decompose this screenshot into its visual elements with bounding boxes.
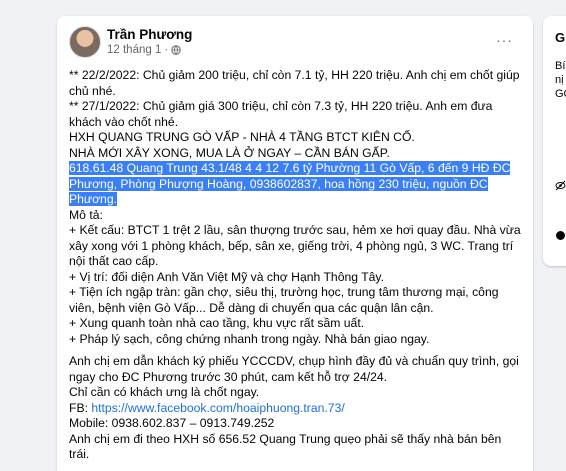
- selected-text: 618.61.48 Quang Trung 43.1/48 4 4 12 7.6…: [69, 161, 511, 206]
- fb-label: FB:: [69, 400, 92, 415]
- info-icon: [556, 231, 565, 240]
- post-line: + Kết cấu: BTCT 1 trệt 2 lầu, sân thượng…: [69, 223, 521, 268]
- facebook-link[interactable]: https://www.facebook.com/hoaiphuong.tran…: [91, 401, 344, 415]
- right-card-text: GÓ: [555, 88, 566, 100]
- globe-icon[interactable]: [171, 45, 181, 55]
- right-side-card: Gi Bí nị GÓ: [543, 16, 566, 266]
- more-options-icon[interactable]: ···: [496, 32, 513, 48]
- post-line: Chỉ cần có khách ưng là chốt ngay.: [69, 385, 260, 399]
- author-name[interactable]: Trần Phương: [107, 27, 192, 42]
- post-line: + Xung quanh toàn nhà cao tầng, khu vực …: [69, 316, 365, 330]
- right-card-title: Gi: [555, 30, 566, 45]
- post-meta: 12 tháng 1 ·: [107, 44, 181, 56]
- post-line: + Vị trí: đối diện Anh Văn Việt Mỹ và ch…: [69, 269, 385, 284]
- post-line-selected: 618.61.48 Quang Trung 43.1/48 4 4 12 7.6…: [69, 161, 521, 208]
- post-content: ** 22/2/2022: Chủ giảm 200 triệu, chỉ cò…: [69, 68, 521, 463]
- eye-off-icon: [555, 180, 566, 191]
- post-line: HXH QUANG TRUNG GÒ VẤP - NHÀ 4 TẦNG BTCT…: [69, 130, 415, 144]
- post-line: + Pháp lý sạch, công chứng nhanh trong n…: [69, 331, 430, 346]
- right-card-text: Bí: [555, 60, 566, 72]
- post-line: ** 27/1/2022: Chủ giảm giá 300 triệu, ch…: [69, 99, 493, 129]
- meta-separator: ·: [164, 44, 169, 56]
- right-card-text: nị: [555, 74, 564, 86]
- post-date[interactable]: 12 tháng 1: [107, 44, 161, 56]
- post-line: NHÀ MỚI XÂY XONG, MUA LÀ Ở NGAY – CẦN BÁ…: [69, 145, 390, 160]
- post-card: Trần Phương 12 tháng 1 · ··· ** 22/2/202…: [57, 16, 533, 471]
- post-line: ** 22/2/2022: Chủ giảm 200 triệu, chỉ cò…: [69, 68, 520, 98]
- post-line: + Tiện ích ngập tràn: gần chợ, siêu thị,…: [69, 285, 499, 315]
- post-line: Anh chị em dẫn khách ký phiếu YCCCDV, ch…: [69, 354, 519, 384]
- post-line: Mô tả:: [69, 207, 103, 222]
- author-avatar[interactable]: [69, 26, 101, 58]
- post-line-fb: FB: https://www.facebook.com/hoaiphuong.…: [69, 401, 521, 417]
- post-line: Anh chị em đi theo HXH số 656.52 Quang T…: [69, 431, 502, 462]
- post-line: Mobile: 0938.602.837 – 0913.749.252: [69, 416, 275, 430]
